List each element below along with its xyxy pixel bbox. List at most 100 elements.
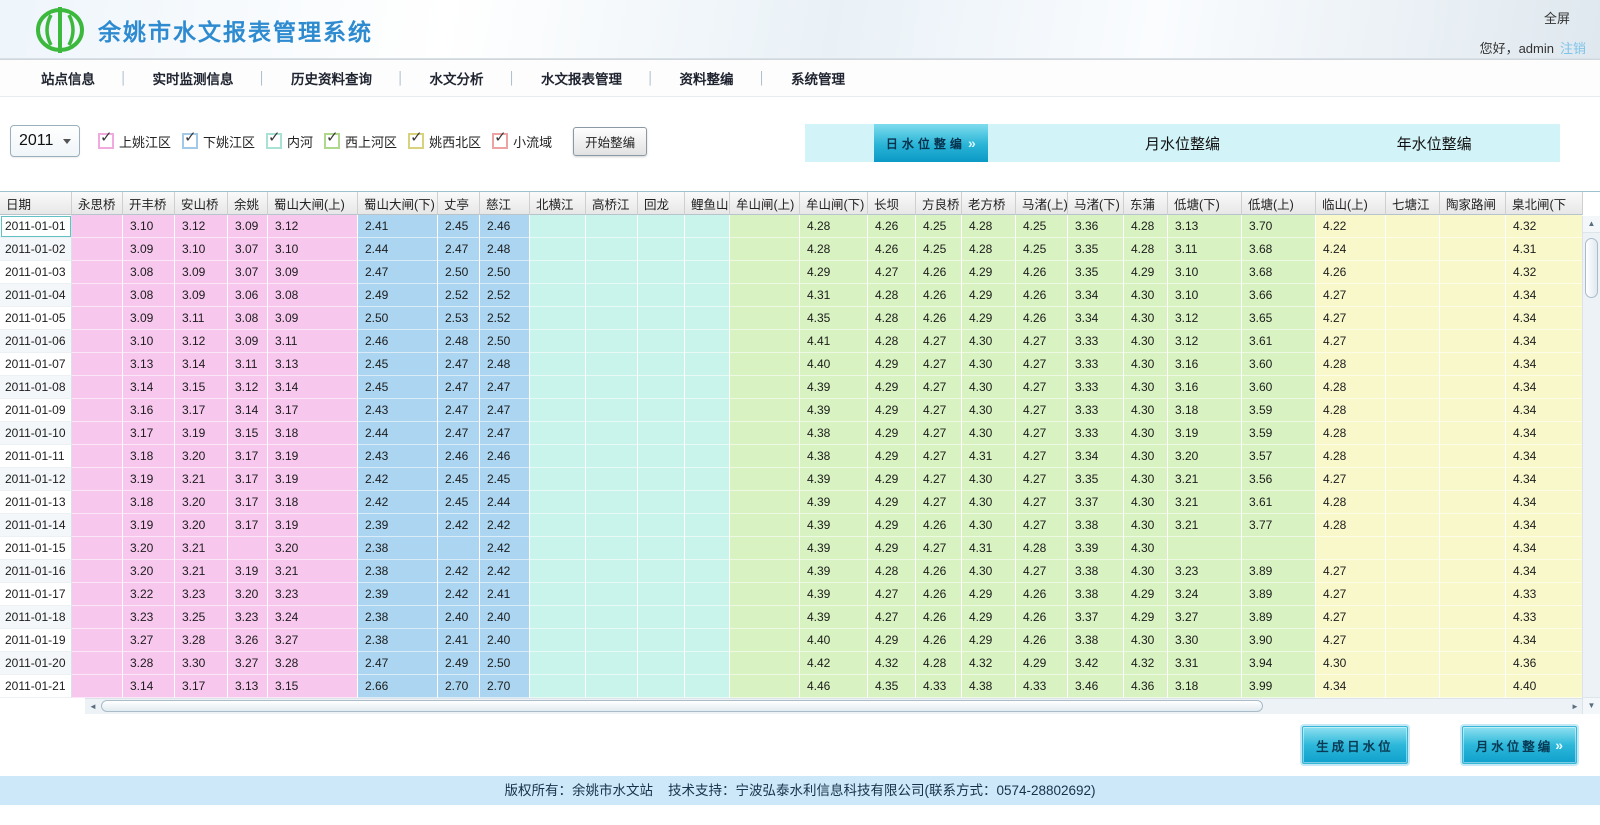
value-cell[interactable]: 4.39 bbox=[800, 537, 868, 560]
value-cell[interactable] bbox=[685, 468, 730, 491]
value-cell[interactable]: 4.26 bbox=[916, 261, 962, 284]
value-cell[interactable]: 4.26 bbox=[1016, 284, 1068, 307]
value-cell[interactable]: 4.32 bbox=[1124, 652, 1168, 675]
value-cell[interactable] bbox=[730, 284, 800, 307]
value-cell[interactable] bbox=[530, 215, 586, 238]
date-cell[interactable]: 2011-01-03 bbox=[0, 261, 72, 284]
value-cell[interactable]: 4.30 bbox=[1124, 330, 1168, 353]
tab-daily[interactable]: 日水位整编» bbox=[874, 124, 988, 162]
value-cell[interactable]: 2.47 bbox=[438, 376, 480, 399]
value-cell[interactable]: 3.12 bbox=[1168, 307, 1242, 330]
value-cell[interactable]: 3.59 bbox=[1242, 422, 1316, 445]
value-cell[interactable]: 4.29 bbox=[962, 307, 1016, 330]
date-cell[interactable]: 2011-01-19 bbox=[0, 629, 72, 652]
value-cell[interactable]: 3.38 bbox=[1068, 629, 1124, 652]
value-cell[interactable]: 4.34 bbox=[1506, 445, 1583, 468]
value-cell[interactable]: 2.44 bbox=[358, 238, 438, 261]
value-cell[interactable]: 4.28 bbox=[1016, 537, 1068, 560]
value-cell[interactable]: 2.70 bbox=[438, 675, 480, 698]
value-cell[interactable] bbox=[1242, 537, 1316, 560]
value-cell[interactable]: 3.12 bbox=[268, 215, 358, 238]
value-cell[interactable]: 4.34 bbox=[1506, 629, 1583, 652]
value-cell[interactable]: 3.22 bbox=[123, 583, 175, 606]
value-cell[interactable]: 4.30 bbox=[962, 422, 1016, 445]
value-cell[interactable]: 3.28 bbox=[175, 629, 228, 652]
value-cell[interactable] bbox=[730, 652, 800, 675]
value-cell[interactable]: 3.99 bbox=[1242, 675, 1316, 698]
value-cell[interactable]: 3.21 bbox=[175, 468, 228, 491]
date-cell[interactable]: 2011-01-18 bbox=[0, 606, 72, 629]
value-cell[interactable]: 2.47 bbox=[438, 399, 480, 422]
value-cell[interactable]: 4.28 bbox=[800, 238, 868, 261]
value-cell[interactable]: 3.68 bbox=[1242, 238, 1316, 261]
date-cell[interactable]: 2011-01-02 bbox=[0, 238, 72, 261]
value-cell[interactable]: 2.48 bbox=[480, 238, 530, 261]
value-cell[interactable]: 3.61 bbox=[1242, 491, 1316, 514]
value-cell[interactable]: 2.46 bbox=[480, 215, 530, 238]
value-cell[interactable] bbox=[72, 376, 123, 399]
value-cell[interactable]: 3.20 bbox=[175, 491, 228, 514]
value-cell[interactable]: 4.29 bbox=[1124, 583, 1168, 606]
value-cell[interactable]: 3.12 bbox=[1168, 330, 1242, 353]
value-cell[interactable] bbox=[685, 215, 730, 238]
value-cell[interactable]: 4.26 bbox=[916, 514, 962, 537]
value-cell[interactable] bbox=[638, 399, 685, 422]
value-cell[interactable] bbox=[530, 330, 586, 353]
value-cell[interactable]: 3.57 bbox=[1242, 445, 1316, 468]
value-cell[interactable]: 4.28 bbox=[1316, 514, 1386, 537]
value-cell[interactable]: 3.94 bbox=[1242, 652, 1316, 675]
value-cell[interactable]: 3.23 bbox=[175, 583, 228, 606]
value-cell[interactable] bbox=[685, 606, 730, 629]
value-cell[interactable]: 3.18 bbox=[1168, 675, 1242, 698]
date-cell[interactable]: 2011-01-21 bbox=[0, 675, 72, 698]
value-cell[interactable] bbox=[1386, 422, 1440, 445]
value-cell[interactable] bbox=[586, 330, 638, 353]
value-cell[interactable] bbox=[1440, 583, 1506, 606]
value-cell[interactable]: 4.28 bbox=[1316, 422, 1386, 445]
start-compile-button[interactable]: 开始整编 bbox=[573, 127, 647, 156]
value-cell[interactable] bbox=[586, 606, 638, 629]
value-cell[interactable]: 3.09 bbox=[268, 307, 358, 330]
value-cell[interactable]: 3.11 bbox=[1168, 238, 1242, 261]
value-cell[interactable]: 3.09 bbox=[228, 215, 268, 238]
value-cell[interactable]: 3.25 bbox=[175, 606, 228, 629]
value-cell[interactable]: 3.27 bbox=[123, 629, 175, 652]
value-cell[interactable] bbox=[586, 215, 638, 238]
value-cell[interactable]: 4.27 bbox=[1316, 468, 1386, 491]
value-cell[interactable] bbox=[586, 583, 638, 606]
value-cell[interactable]: 4.41 bbox=[800, 330, 868, 353]
nav-item-7[interactable]: 系统管理 bbox=[766, 68, 870, 88]
value-cell[interactable]: 2.45 bbox=[438, 215, 480, 238]
value-cell[interactable]: 3.21 bbox=[268, 560, 358, 583]
value-cell[interactable]: 4.39 bbox=[800, 560, 868, 583]
column-header-7[interactable]: 蜀山大闸(下) bbox=[358, 192, 438, 215]
value-cell[interactable] bbox=[638, 238, 685, 261]
value-cell[interactable]: 4.35 bbox=[868, 675, 916, 698]
scroll-left-icon[interactable]: ◄ bbox=[85, 699, 101, 714]
region-checkbox-2[interactable]: ✓下姚江区 bbox=[182, 132, 255, 151]
value-cell[interactable]: 3.66 bbox=[1242, 284, 1316, 307]
column-header-25[interactable]: 七塘江 bbox=[1386, 192, 1440, 215]
value-cell[interactable] bbox=[638, 560, 685, 583]
value-cell[interactable]: 2.52 bbox=[480, 284, 530, 307]
value-cell[interactable] bbox=[1440, 399, 1506, 422]
value-cell[interactable] bbox=[1440, 537, 1506, 560]
value-cell[interactable] bbox=[530, 399, 586, 422]
value-cell[interactable]: 4.28 bbox=[868, 284, 916, 307]
value-cell[interactable] bbox=[72, 606, 123, 629]
value-cell[interactable]: 2.48 bbox=[438, 330, 480, 353]
value-cell[interactable]: 3.13 bbox=[268, 353, 358, 376]
value-cell[interactable]: 4.28 bbox=[800, 215, 868, 238]
value-cell[interactable] bbox=[530, 307, 586, 330]
value-cell[interactable] bbox=[1386, 537, 1440, 560]
value-cell[interactable]: 2.42 bbox=[480, 537, 530, 560]
value-cell[interactable]: 4.27 bbox=[868, 583, 916, 606]
value-cell[interactable] bbox=[72, 330, 123, 353]
value-cell[interactable]: 3.10 bbox=[123, 330, 175, 353]
value-cell[interactable]: 2.45 bbox=[358, 376, 438, 399]
value-cell[interactable]: 4.28 bbox=[1316, 353, 1386, 376]
value-cell[interactable]: 3.56 bbox=[1242, 468, 1316, 491]
value-cell[interactable]: 2.41 bbox=[438, 629, 480, 652]
value-cell[interactable]: 2.47 bbox=[480, 399, 530, 422]
value-cell[interactable]: 4.28 bbox=[1316, 445, 1386, 468]
